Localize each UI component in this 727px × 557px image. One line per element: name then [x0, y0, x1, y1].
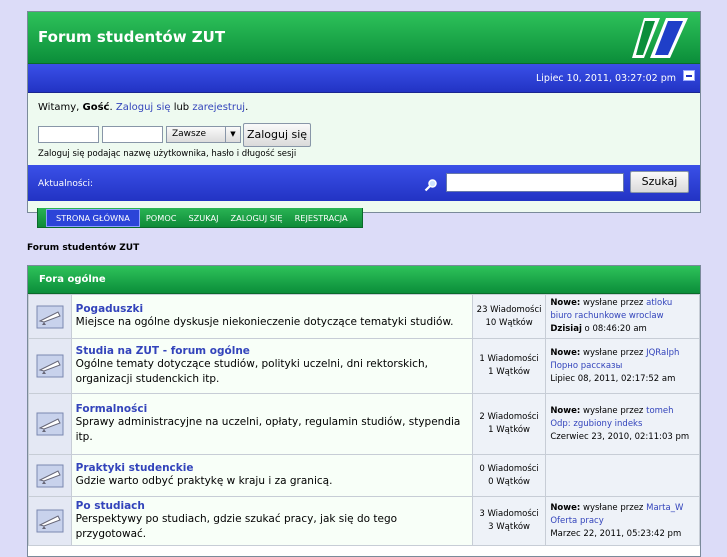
- board-icon: [36, 354, 64, 378]
- last-post-time: o 08:46:20 am: [581, 324, 647, 334]
- topic-count: 3 Wątków: [488, 522, 530, 532]
- board-row: Formalności Sprawy administracyjne na ucz…: [28, 393, 700, 455]
- login-hint: Zaloguj się podając nazwę użytkownika, h…: [38, 149, 297, 159]
- board-description: Miejsce na ogólne dyskusje niekonieczeni…: [75, 316, 454, 328]
- search-button[interactable]: Szukaj: [630, 171, 689, 193]
- topic-count: 0 Wątków: [488, 476, 530, 487]
- nav-home[interactable]: STRONA GŁÓWNA: [46, 208, 140, 227]
- board-description: Gdzie warto odbyć praktykę w kraju i za …: [75, 475, 333, 487]
- header-frame: Forum studentów ZUT Lipiec 10, 2011, 03:…: [27, 11, 701, 213]
- collapse-icon[interactable]: [683, 70, 695, 81]
- zut-logo-icon: [632, 18, 688, 58]
- board-row: Po studiach Perspektywy po studiach, gdzi…: [28, 496, 700, 546]
- search-input[interactable]: [446, 173, 624, 192]
- session-length-select[interactable]: Zawsze ▼: [166, 126, 241, 143]
- post-count: 2 Wiadomości: [479, 412, 539, 422]
- board-icon: [36, 305, 64, 328]
- date-bar: Lipiec 10, 2011, 03:27:02 pm: [28, 64, 700, 93]
- post-count: 23 Wiadomości: [476, 304, 542, 315]
- board-icon: [36, 464, 64, 487]
- nav-search[interactable]: SZUKAJ: [182, 209, 224, 227]
- post-count: 0 Wiadomości: [479, 463, 539, 474]
- last-post-time: Marzec 22, 2011, 05:23:42 pm: [550, 528, 682, 539]
- board-name[interactable]: Pogaduszki: [76, 303, 468, 315]
- last-post-time: Lipiec 08, 2011, 02:17:52 am: [550, 373, 676, 384]
- board-name[interactable]: Praktyki studenckie: [76, 462, 468, 474]
- last-post-topic[interactable]: Порно рассказы: [550, 361, 622, 371]
- nav-register[interactable]: REJESTRACJA: [289, 209, 354, 227]
- board-row: Studia na ZUT - forum ogólne Ogólne temat…: [28, 338, 700, 394]
- welcome-text: Witamy, Gość. Zaloguj się lub zarejestru…: [38, 102, 249, 113]
- board-table: Pogaduszki Miejsce na ogólne dyskusje nie…: [28, 294, 700, 546]
- forum-header: Forum studentów ZUT: [28, 12, 700, 64]
- board-index: Fora ogólne Pogaduszki Miejsce na ogólne …: [27, 265, 701, 557]
- last-post-topic[interactable]: Oferta pracy: [550, 516, 603, 526]
- board-name[interactable]: Studia na ZUT - forum ogólne: [76, 345, 468, 357]
- search-icon: [424, 179, 437, 192]
- forum-title[interactable]: Forum studentów ZUT: [38, 28, 225, 46]
- board-icon: [36, 509, 64, 533]
- login-panel: Witamy, Gość. Zaloguj się lub zarejestru…: [28, 93, 700, 165]
- last-post-user[interactable]: Marta_W: [646, 503, 683, 513]
- chevron-down-icon: ▼: [225, 127, 240, 142]
- news-search-bar: Aktualności: Szukaj: [28, 165, 700, 201]
- last-post-user[interactable]: atloku: [646, 298, 672, 308]
- breadcrumb[interactable]: Forum studentów ZUT: [27, 243, 139, 253]
- last-post-topic[interactable]: Odp: zgubiony indeks: [550, 419, 642, 429]
- current-date: Lipiec 10, 2011, 03:27:02 pm: [535, 73, 676, 84]
- password-input[interactable]: [102, 126, 163, 143]
- board-description: Ogólne tematy dotyczące studiów, polityk…: [75, 358, 428, 385]
- guest-label: Gość: [82, 102, 110, 113]
- board-description: Perspektywy po studiach, gdzie szukać pr…: [75, 513, 398, 540]
- username-input[interactable]: [38, 126, 99, 143]
- register-link[interactable]: zarejestruj: [192, 102, 245, 113]
- board-name[interactable]: Formalności: [76, 403, 468, 415]
- last-post-user[interactable]: tomeh: [646, 406, 673, 416]
- post-count: 3 Wiadomości: [479, 509, 539, 519]
- board-icon: [36, 412, 64, 436]
- last-post-topic[interactable]: biuro rachunkowe wroclaw: [550, 311, 663, 321]
- topic-count: 10 Wątków: [485, 317, 533, 328]
- login-link[interactable]: Zaloguj się: [116, 102, 171, 113]
- board-name[interactable]: Po studiach: [76, 500, 468, 512]
- main-nav: STRONA GŁÓWNA POMOC SZUKAJ ZALOGUJ SIĘ R…: [37, 208, 363, 228]
- post-count: 1 Wiadomości: [479, 354, 539, 364]
- nav-help[interactable]: POMOC: [140, 209, 183, 227]
- board-description: Sprawy administracyjne na uczelni, opłat…: [75, 416, 461, 443]
- last-post-time: Czerwiec 23, 2010, 02:11:03 pm: [550, 431, 690, 442]
- login-button[interactable]: Zaloguj się: [243, 123, 311, 147]
- news-label: Aktualności:: [38, 179, 93, 189]
- topic-count: 1 Wątków: [488, 367, 530, 377]
- topic-count: 1 Wątków: [488, 425, 530, 435]
- nav-login[interactable]: ZALOGUJ SIĘ: [225, 209, 289, 227]
- board-row: Pogaduszki Miejsce na ogólne dyskusje nie…: [28, 294, 700, 339]
- category-title[interactable]: Fora ogólne: [28, 266, 700, 294]
- board-row: Praktyki studenckie Gdzie warto odbyć pra…: [28, 454, 700, 497]
- last-post-user[interactable]: JQRalph: [646, 348, 679, 358]
